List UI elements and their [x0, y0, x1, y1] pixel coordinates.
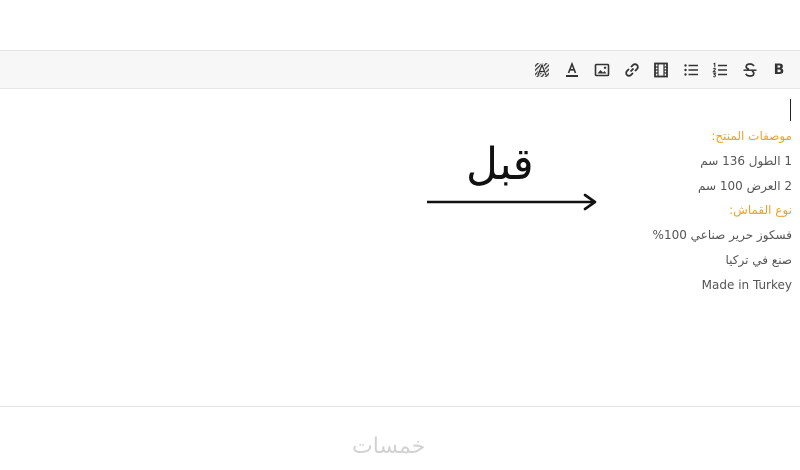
font-color-icon	[564, 62, 580, 78]
arrow-right-icon	[427, 193, 597, 211]
text-cursor	[790, 99, 791, 121]
editor-toolbar: B	[0, 51, 800, 89]
film-icon	[653, 62, 669, 78]
bullet-list-button[interactable]	[682, 61, 700, 79]
bullet-list-icon	[683, 62, 699, 78]
numbered-list-button[interactable]	[711, 61, 729, 79]
numbered-list-icon	[712, 62, 728, 78]
made-in-turkey-arabic-line: صنع في تركيا	[725, 253, 792, 267]
image-icon	[594, 62, 610, 78]
watermark-logo: خمسات	[352, 434, 426, 459]
highlight-button[interactable]	[533, 61, 551, 79]
strikethrough-icon	[742, 62, 758, 78]
product-specs-heading: موصفات المنتج:	[711, 129, 792, 143]
bold-icon: B	[773, 62, 785, 78]
editor-content-area[interactable]: موصفات المنتج: 1 الطول 136 سم 2 العرض 10…	[0, 89, 800, 407]
link-icon	[624, 62, 640, 78]
width-line: 2 العرض 100 سم	[698, 179, 792, 193]
before-annotation-label: قبل	[466, 139, 534, 190]
bold-button[interactable]: B	[770, 61, 788, 79]
rich-text-editor: B موصفات المنتج: 1 الطول 136 سم 2 العرض …	[0, 50, 800, 407]
fabric-composition-line: فسكوز حرير صناعي 100%	[652, 228, 792, 242]
insert-image-button[interactable]	[593, 61, 611, 79]
highlight-icon	[534, 62, 550, 78]
made-in-turkey-english-line: Made in Turkey	[701, 278, 792, 292]
fabric-type-heading: نوع القماش:	[729, 203, 792, 217]
insert-link-button[interactable]	[623, 61, 641, 79]
length-line: 1 الطول 136 سم	[700, 154, 792, 168]
strikethrough-button[interactable]	[741, 61, 759, 79]
font-color-button[interactable]	[563, 61, 581, 79]
insert-video-button[interactable]	[652, 61, 670, 79]
